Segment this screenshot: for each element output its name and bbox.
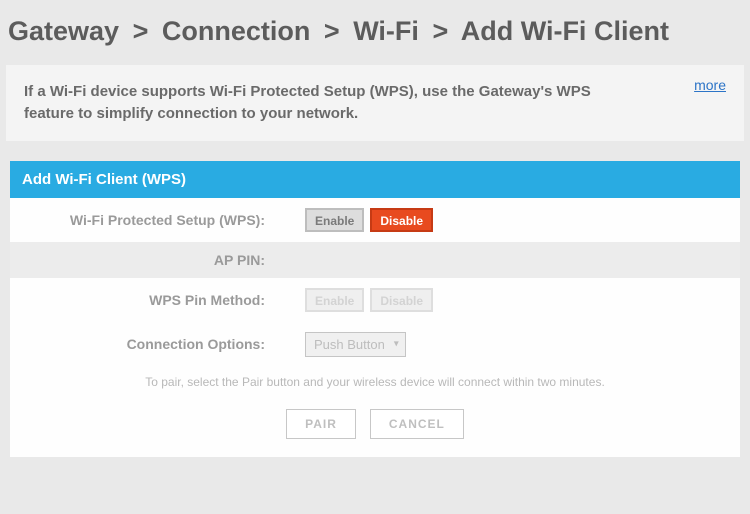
chevron-right-icon: > <box>318 16 346 46</box>
wps-disable-button[interactable]: Disable <box>370 208 433 232</box>
row-connection-options: Connection Options: Push Button ▾ <box>10 322 740 367</box>
label-connection-options: Connection Options: <box>10 336 275 352</box>
connection-options-select[interactable]: Push Button ▾ <box>305 332 406 357</box>
breadcrumb: Gateway > Connection > Wi-Fi > Add Wi-Fi… <box>0 0 750 65</box>
more-link[interactable]: more <box>694 77 726 93</box>
breadcrumb-add-wifi-client: Add Wi-Fi Client <box>461 16 669 46</box>
info-text: If a Wi-Fi device supports Wi-Fi Protect… <box>24 81 624 125</box>
label-ap-pin: AP PIN: <box>10 252 275 268</box>
breadcrumb-wifi[interactable]: Wi-Fi <box>353 16 419 46</box>
label-wps: Wi-Fi Protected Setup (WPS): <box>10 212 275 228</box>
section-header: Add Wi-Fi Client (WPS) <box>10 161 740 198</box>
wps-pin-enable-button[interactable]: Enable <box>305 288 364 312</box>
row-ap-pin: AP PIN: <box>10 242 740 278</box>
pair-button[interactable]: PAIR <box>286 409 356 439</box>
label-wps-pin-method: WPS Pin Method: <box>10 292 275 308</box>
breadcrumb-gateway[interactable]: Gateway <box>8 16 119 46</box>
chevron-right-icon: > <box>127 16 155 46</box>
action-row: PAIR CANCEL <box>10 403 740 457</box>
chevron-down-icon: ▾ <box>394 339 399 350</box>
cancel-button[interactable]: CANCEL <box>370 409 464 439</box>
row-wps-pin-method: WPS Pin Method: Enable Disable <box>10 278 740 322</box>
info-panel: If a Wi-Fi device supports Wi-Fi Protect… <box>6 65 744 141</box>
breadcrumb-connection[interactable]: Connection <box>162 16 311 46</box>
connection-options-value: Push Button <box>314 337 385 352</box>
row-wps: Wi-Fi Protected Setup (WPS): Enable Disa… <box>10 198 740 242</box>
pair-hint: To pair, select the Pair button and your… <box>10 367 740 403</box>
wps-enable-button[interactable]: Enable <box>305 208 364 232</box>
wps-form: Add Wi-Fi Client (WPS) Wi-Fi Protected S… <box>10 161 740 457</box>
chevron-right-icon: > <box>426 16 454 46</box>
wps-pin-disable-button[interactable]: Disable <box>370 288 433 312</box>
